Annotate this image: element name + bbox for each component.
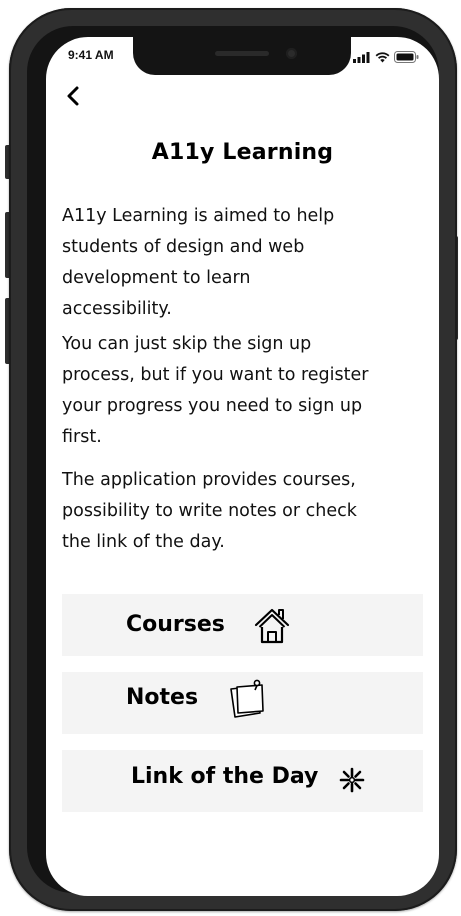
features-paragraph: The application provides courses, possib… [62,465,432,558]
intro-paragraph: A11y Learning is aimed to help students … [62,201,432,325]
chevron-left-icon [62,86,86,113]
signup-line: You can just skip the sign up [62,334,312,354]
signup-paragraph: You can just skip the sign up process, b… [62,329,432,453]
phone-frame: 9:41 AM A11y Learning A11y Learning is a… [9,8,457,911]
wifi-icon [375,48,390,67]
notes-button[interactable]: Notes [62,672,423,734]
signup-line: your progress you need to sign up [62,396,363,416]
courses-label: Courses [126,612,225,637]
notes-label: Notes [126,685,199,710]
back-button[interactable] [62,83,86,109]
features-line: the link of the day. [62,532,225,552]
sparkle-icon [338,766,366,798]
device-mockup: 9:41 AM A11y Learning A11y Learning is a… [0,0,461,916]
features-line: The application provides courses, [62,470,356,490]
status-time: 9:41 AM [68,48,114,62]
page-title: A11y Learning [151,140,334,165]
link-of-the-day-button[interactable]: Link of the Day [62,750,423,812]
status-icons [353,48,419,67]
signup-line: first. [62,427,102,447]
courses-button[interactable]: Courses [62,594,423,656]
sticky-note-icon [226,677,272,727]
link-of-the-day-label: Link of the Day [131,764,319,789]
speaker-grille [215,51,269,56]
phone-screen: 9:41 AM A11y Learning A11y Learning is a… [46,37,439,896]
notch [133,37,351,75]
battery-icon [394,48,419,67]
intro-line: A11y Learning is aimed to help [62,206,335,226]
intro-line: accessibility. [62,299,172,319]
signup-line: process, but if you want to register [62,365,369,385]
house-icon [252,605,292,649]
signal-icon [353,48,371,67]
features-line: possibility to write notes or check [62,501,357,521]
intro-line: students of design and web [62,237,305,257]
front-camera [286,48,297,59]
intro-line: development to learn [62,268,251,288]
